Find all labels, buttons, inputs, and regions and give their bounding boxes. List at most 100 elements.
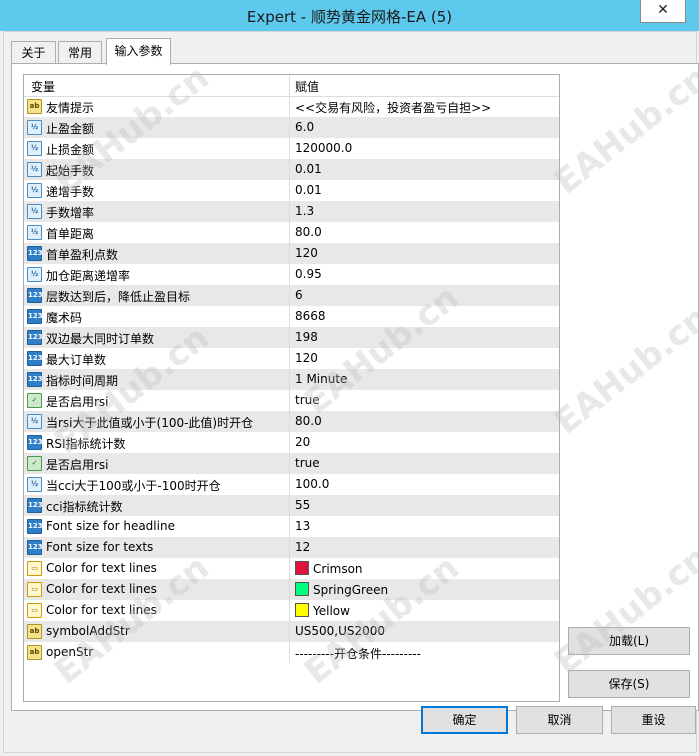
param-value-text: 120 bbox=[295, 246, 318, 260]
param-name: symbolAddStr bbox=[46, 624, 130, 638]
param-value[interactable]: true bbox=[295, 393, 320, 407]
param-value[interactable]: true bbox=[295, 456, 320, 470]
param-row[interactable]: ▭ Color for text lines SpringGreen bbox=[24, 579, 559, 600]
param-value[interactable]: 120000.0 bbox=[295, 141, 352, 155]
param-value[interactable]: 120 bbox=[295, 351, 318, 365]
param-value[interactable]: ---------开仓条件--------- bbox=[295, 645, 421, 662]
tab-about[interactable]: 关于 bbox=[11, 41, 56, 64]
param-row[interactable]: ½ 手数增率 1.3 bbox=[24, 201, 559, 222]
param-row[interactable]: 123 指标时间周期 1 Minute bbox=[24, 369, 559, 390]
param-name: 首单盈利点数 bbox=[46, 248, 119, 262]
param-row[interactable]: ½ 当cci大于100或小于-100时开仓 100.0 bbox=[24, 474, 559, 495]
integer-type-icon: 123 bbox=[27, 498, 43, 513]
param-row[interactable]: 123 RSI指标统计数 20 bbox=[24, 432, 559, 453]
color-swatch bbox=[295, 582, 309, 596]
param-value[interactable]: 80.0 bbox=[295, 225, 322, 239]
param-value[interactable]: <<交易有风险，投资者盈亏自担>> bbox=[295, 99, 491, 116]
column-divider bbox=[289, 117, 290, 138]
column-divider bbox=[289, 600, 290, 621]
header-variable[interactable]: 变量 bbox=[31, 78, 55, 95]
tab-inputs[interactable]: 输入参数 bbox=[106, 38, 171, 65]
param-value[interactable]: 0.01 bbox=[295, 183, 322, 197]
param-value[interactable]: 55 bbox=[295, 498, 310, 512]
param-row[interactable]: 123 Font size for headline 13 bbox=[24, 516, 559, 537]
param-value-text: 55 bbox=[295, 498, 311, 512]
param-value[interactable]: SpringGreen bbox=[295, 582, 388, 597]
param-value[interactable]: 100.0 bbox=[295, 477, 329, 491]
param-value[interactable]: 8668 bbox=[295, 309, 326, 323]
param-value-text: <<交易有风险，投资者盈亏自担>> bbox=[295, 101, 492, 115]
bool-type-icon: ✓ bbox=[27, 456, 42, 471]
column-divider bbox=[289, 243, 290, 264]
param-value[interactable]: Yellow bbox=[295, 603, 350, 618]
param-row[interactable]: ▭ Color for text lines Yellow bbox=[24, 600, 559, 621]
save-button[interactable]: 保存(S) bbox=[568, 670, 690, 698]
parameters-grid[interactable]: 变量 赋值 ab 友情提示 <<交易有风险，投资者盈亏自担>> ½ 止盈金额 6.0 ½ 止损… bbox=[23, 74, 560, 702]
integer-type-icon: 123 bbox=[27, 309, 43, 324]
param-name: 当cci大于100或小于-100时开仓 bbox=[46, 479, 221, 493]
param-value-text: 20 bbox=[295, 435, 311, 449]
param-row[interactable]: ½ 加仓距离递增率 0.95 bbox=[24, 264, 559, 285]
column-divider bbox=[289, 453, 290, 474]
close-icon[interactable]: ✕ bbox=[640, 0, 686, 23]
param-value-text: Crimson bbox=[313, 562, 363, 576]
param-row[interactable]: 123 双边最大同时订单数 198 bbox=[24, 327, 559, 348]
param-name: 止损金额 bbox=[46, 143, 95, 157]
param-row[interactable]: ½ 首单距离 80.0 bbox=[24, 222, 559, 243]
param-name: Color for text lines bbox=[46, 561, 157, 575]
param-value[interactable]: 1 Minute bbox=[295, 372, 347, 386]
param-value[interactable]: 0.95 bbox=[295, 267, 322, 281]
param-row[interactable]: ½ 起始手数 0.01 bbox=[24, 159, 559, 180]
column-divider bbox=[289, 201, 290, 222]
param-row[interactable]: 123 Font size for texts 12 bbox=[24, 537, 559, 558]
param-name: 起始手数 bbox=[46, 164, 95, 178]
param-value[interactable]: 198 bbox=[295, 330, 318, 344]
param-value-text: US500,US2000 bbox=[295, 624, 386, 638]
param-value[interactable]: 6 bbox=[295, 288, 303, 302]
param-row[interactable]: 123 cci指标统计数 55 bbox=[24, 495, 559, 516]
tab-common[interactable]: 常用 bbox=[58, 41, 102, 64]
param-row[interactable]: ✓ 是否启用rsi true bbox=[24, 390, 559, 411]
param-row[interactable]: ½ 递增手数 0.01 bbox=[24, 180, 559, 201]
param-value[interactable]: US500,US2000 bbox=[295, 624, 385, 638]
column-divider bbox=[289, 516, 290, 537]
param-value[interactable]: 120 bbox=[295, 246, 318, 260]
param-name: 当rsi大于此值或小于(100-此值)时开仓 bbox=[46, 416, 254, 430]
param-value-text: true bbox=[295, 393, 320, 407]
param-row[interactable]: 123 最大订单数 120 bbox=[24, 348, 559, 369]
param-value-text: 6 bbox=[295, 288, 303, 302]
double-type-icon: ½ bbox=[27, 414, 42, 429]
ok-button[interactable]: 确定 bbox=[421, 706, 508, 734]
param-value[interactable]: 20 bbox=[295, 435, 310, 449]
param-row[interactable]: ✓ 是否启用rsi true bbox=[24, 453, 559, 474]
param-row[interactable]: 123 魔术码 8668 bbox=[24, 306, 559, 327]
string-type-icon: ab bbox=[27, 624, 42, 639]
param-row[interactable]: ab openStr ---------开仓条件--------- bbox=[24, 642, 559, 663]
cancel-button[interactable]: 取消 bbox=[516, 706, 603, 734]
param-row[interactable]: 123 层数达到后，降低止盈目标 6 bbox=[24, 285, 559, 306]
param-row[interactable]: ab symbolAddStr US500,US2000 bbox=[24, 621, 559, 642]
load-button[interactable]: 加载(L) bbox=[568, 627, 690, 655]
double-type-icon: ½ bbox=[27, 162, 42, 177]
param-name: 手数增率 bbox=[46, 206, 95, 220]
column-divider bbox=[289, 411, 290, 432]
param-value[interactable]: 80.0 bbox=[295, 414, 322, 428]
reset-button[interactable]: 重设 bbox=[611, 706, 696, 734]
header-value[interactable]: 赋值 bbox=[295, 78, 319, 95]
param-value[interactable]: 1.3 bbox=[295, 204, 314, 218]
param-value[interactable]: 6.0 bbox=[295, 120, 314, 134]
param-value[interactable]: 12 bbox=[295, 540, 310, 554]
column-divider bbox=[289, 537, 290, 558]
param-value[interactable]: 13 bbox=[295, 519, 310, 533]
param-row[interactable]: ▭ Color for text lines Crimson bbox=[24, 558, 559, 579]
param-row[interactable]: ab 友情提示 <<交易有风险，投资者盈亏自担>> bbox=[24, 96, 559, 117]
integer-type-icon: 123 bbox=[27, 351, 43, 366]
param-row[interactable]: ½ 止损金额 120000.0 bbox=[24, 138, 559, 159]
param-value[interactable]: 0.01 bbox=[295, 162, 322, 176]
param-value[interactable]: Crimson bbox=[295, 561, 363, 576]
param-row[interactable]: ½ 当rsi大于此值或小于(100-此值)时开仓 80.0 bbox=[24, 411, 559, 432]
integer-type-icon: 123 bbox=[27, 519, 43, 534]
param-name: 是否启用rsi bbox=[46, 458, 109, 472]
param-row[interactable]: 123 首单盈利点数 120 bbox=[24, 243, 559, 264]
param-row[interactable]: ½ 止盈金额 6.0 bbox=[24, 117, 559, 138]
